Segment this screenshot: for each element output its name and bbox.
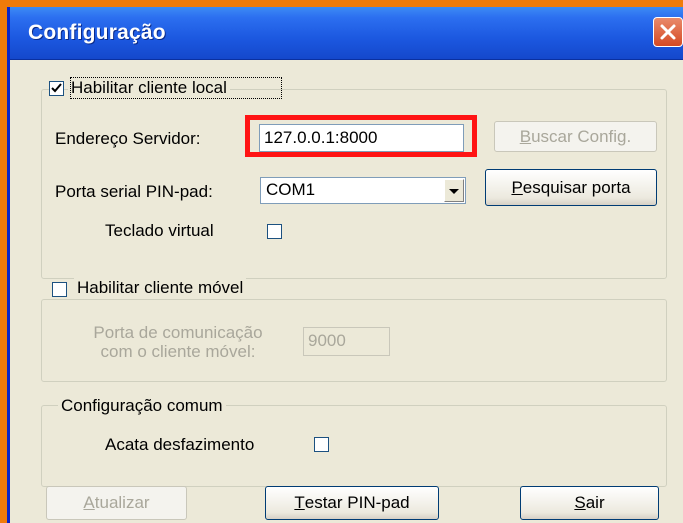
mobile-port-label: Porta de comunicação com o cliente móvel… (66, 323, 290, 361)
test-pinpad-label: Testar PIN-pad (294, 493, 410, 512)
search-port-button[interactable]: Pesquisar porta (485, 169, 657, 206)
close-button[interactable] (653, 17, 683, 47)
update-label: Atualizar (83, 493, 150, 512)
checkmark-icon (51, 83, 62, 93)
focus-indicator (70, 77, 282, 99)
serial-port-select[interactable]: COM1 (260, 177, 466, 204)
virtual-keyboard-label: Teclado virtual (105, 221, 214, 240)
mobile-port-input[interactable]: 9000 (303, 327, 390, 356)
serial-port-value: COM1 (266, 180, 316, 199)
search-port-label: Pesquisar porta (511, 178, 631, 197)
acata-desfazimento-label: Acata desfazimento (105, 435, 255, 454)
enable-mobile-client-checkbox[interactable] (52, 282, 67, 297)
close-icon (660, 24, 676, 40)
common-config-label: Configuração comum (58, 396, 226, 416)
serial-port-dropdown-button[interactable] (444, 179, 464, 202)
test-pinpad-button[interactable]: Testar PIN-pad (265, 486, 439, 520)
dialog-content: Habilitar cliente local Endereço Servido… (10, 60, 683, 523)
mobile-port-label-line1: Porta de comunicação (93, 323, 263, 342)
mobile-port-label-line2: com o cliente móvel: (100, 342, 256, 361)
fetch-config-label: Buscar Config. (519, 127, 632, 146)
serial-port-label: Porta serial PIN-pad: (55, 182, 213, 201)
configuration-dialog: Configuração Habilitar cliente local End… (7, 7, 683, 523)
update-button[interactable]: Atualizar (46, 486, 187, 520)
server-address-label: Endereço Servidor: (55, 129, 201, 148)
enable-local-client-checkbox[interactable] (49, 81, 64, 96)
acata-desfazimento-checkbox[interactable] (314, 437, 329, 452)
exit-label: Sair (574, 493, 605, 512)
window-title: Configuração (28, 21, 166, 44)
enable-mobile-client-label[interactable]: Habilitar cliente móvel (74, 278, 247, 298)
chevron-down-icon (449, 189, 459, 194)
title-bar[interactable]: Configuração (10, 7, 683, 60)
exit-button[interactable]: Sair (520, 486, 659, 520)
fetch-config-button[interactable]: Buscar Config. (494, 121, 657, 152)
server-address-highlight (245, 115, 477, 157)
virtual-keyboard-checkbox[interactable] (267, 224, 282, 239)
